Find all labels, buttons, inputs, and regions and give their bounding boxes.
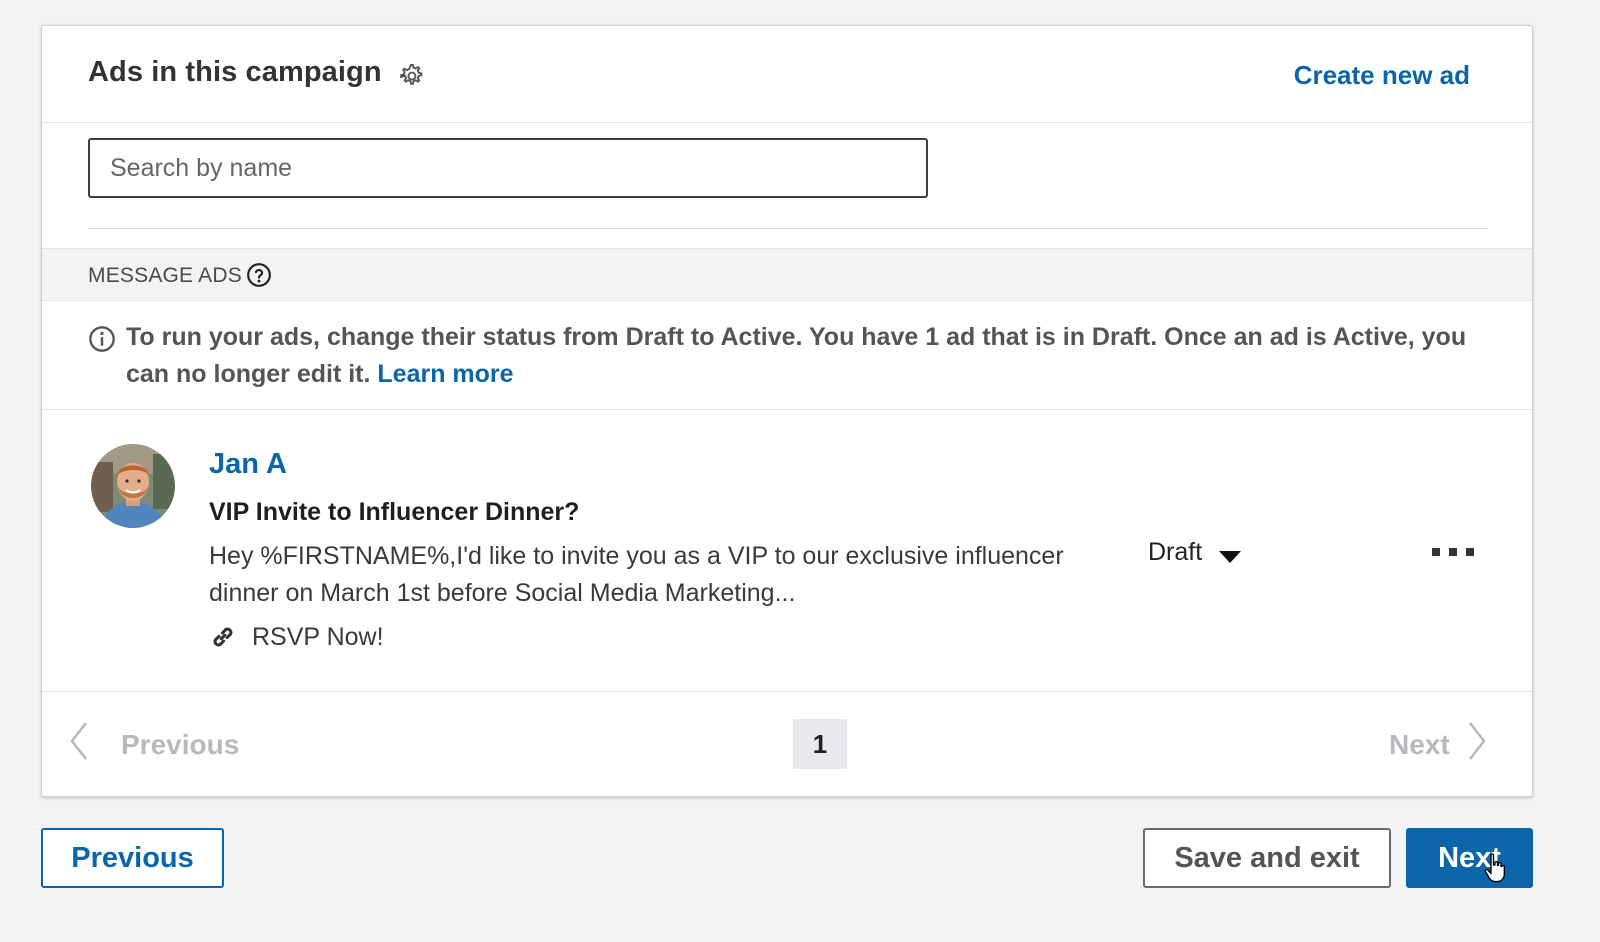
info-message: To run your ads, change their status fro…	[126, 323, 1467, 388]
ad-subject: VIP Invite to Influencer Dinner?	[209, 498, 580, 526]
message-ads-section-header: MESSAGE ADS	[42, 248, 1532, 301]
learn-more-link[interactable]: Learn more	[377, 360, 513, 388]
help-circle-icon[interactable]	[246, 262, 272, 288]
card-header: Ads in this campaign Create new ad	[42, 26, 1532, 123]
avatar	[91, 444, 175, 528]
pagination-next[interactable]: Next	[1389, 729, 1450, 761]
info-circle-icon	[89, 326, 115, 352]
link-icon	[213, 627, 233, 647]
create-new-ad-link[interactable]: Create new ad	[1294, 60, 1470, 91]
status-dropdown[interactable]: Draft	[1148, 538, 1202, 567]
pagination-page-1[interactable]: 1	[793, 719, 847, 769]
ads-campaign-card: Ads in this campaign Create new ad MESSA…	[41, 25, 1533, 797]
search-input[interactable]	[90, 140, 926, 196]
next-button[interactable]: Next	[1406, 828, 1533, 888]
draft-info-banner: To run your ads, change their status fro…	[42, 301, 1532, 410]
caret-down-icon[interactable]	[1218, 550, 1242, 564]
previous-button[interactable]: Previous	[41, 828, 224, 888]
card-title: Ads in this campaign	[88, 56, 382, 88]
ad-cta-label: RSVP Now!	[252, 623, 384, 651]
more-icon[interactable]	[1432, 547, 1474, 557]
ad-body-preview: Hey %FIRSTNAME%,I'd like to invite you a…	[209, 542, 1064, 607]
ad-list-item: Jan A VIP Invite to Influencer Dinner? H…	[42, 410, 1532, 692]
save-and-exit-button[interactable]: Save and exit	[1143, 828, 1391, 888]
chevron-left-icon[interactable]	[68, 721, 90, 761]
ad-sender-name[interactable]: Jan A	[209, 448, 287, 481]
search-field	[88, 138, 928, 198]
pagination-previous[interactable]: Previous	[121, 729, 239, 761]
gear-icon[interactable]	[397, 62, 425, 90]
info-text: To run your ads, change their status fro…	[126, 319, 1486, 393]
divider	[88, 228, 1488, 229]
chevron-right-icon[interactable]	[1466, 721, 1488, 761]
section-label: MESSAGE ADS	[88, 264, 242, 287]
